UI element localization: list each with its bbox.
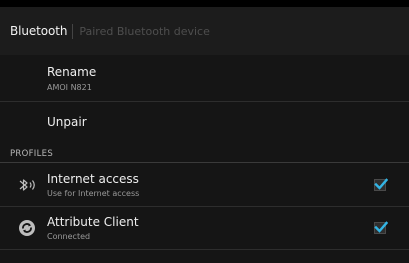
profile-item-internet-access[interactable]: Internet access Use for Internet access (0, 163, 409, 206)
action-bar: Bluetooth Paired Bluetooth device (0, 7, 409, 55)
profile-item-attribute-client[interactable]: Attribute Client Connected (0, 207, 409, 249)
unpair-label: Unpair (47, 115, 87, 129)
breadcrumb: Paired Bluetooth device (79, 24, 210, 38)
internet-access-checkbox[interactable] (374, 178, 388, 191)
profile-summary: Connected (47, 232, 91, 241)
attribute-client-checkbox[interactable] (374, 221, 388, 234)
device-name-value: AMOI N821 (47, 83, 92, 92)
page-title[interactable]: Bluetooth (10, 24, 67, 38)
rename-label: Rename (47, 65, 97, 79)
header-separator (72, 23, 74, 39)
sync-icon (19, 220, 35, 236)
profile-summary: Use for Internet access (47, 189, 140, 198)
rename-row[interactable]: Rename AMOI N821 (0, 55, 409, 101)
bluetooth-tethering-icon (19, 179, 35, 191)
unpair-row[interactable]: Unpair (0, 102, 409, 144)
checkmark-icon (374, 178, 388, 190)
divider (0, 249, 409, 250)
checkmark-icon (374, 221, 388, 233)
profile-label: Internet access (47, 172, 139, 186)
profiles-section-header: PROFILES (10, 149, 54, 159)
status-bar-strip (0, 0, 409, 7)
profile-label: Attribute Client (47, 215, 139, 229)
